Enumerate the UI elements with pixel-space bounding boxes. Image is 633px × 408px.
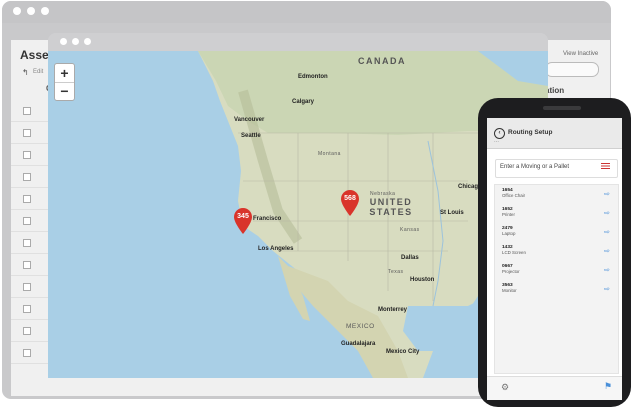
map-label-mexico: MEXICO [346,323,375,330]
table-row[interactable] [11,144,51,166]
map-label-los-angeles: Los Angeles [258,246,294,252]
row-checkbox[interactable] [23,151,31,159]
map-label-texas: Texas [388,269,404,275]
map-label-nebraska: Nebraska [370,191,396,197]
pin-count: 568 [344,195,356,202]
row-checkbox[interactable] [23,305,31,313]
map-label-st-louis: St Louis [440,210,464,216]
list-item[interactable]: 3563 Monitor [502,283,517,293]
map-label-san-francisco: Francisco [253,216,282,222]
back-arrow-icon[interactable]: ↰ [22,68,29,77]
route-arrow-icon[interactable]: ⇨ [604,247,610,255]
route-arrow-icon[interactable]: ⇨ [604,266,610,274]
window-dot [60,38,67,45]
menu-icon[interactable]: ⋯ [494,139,499,145]
item-description: Laptop [502,231,516,236]
pallet-input-placeholder: Enter a Moving or a Pallet [500,164,570,170]
row-checkbox[interactable] [23,327,31,335]
view-inactive-link[interactable]: View Inactive [563,51,598,57]
table-row[interactable] [11,188,51,210]
phone-speaker [543,106,581,110]
map-label-united-states: UNITED STATES [369,197,413,217]
search-input[interactable] [545,62,599,77]
row-checkbox[interactable] [23,129,31,137]
zoom-in-button[interactable]: + [55,64,74,83]
item-description: Office Chair [502,193,526,198]
route-arrow-icon[interactable]: ⇨ [604,209,610,217]
row-checkbox[interactable] [23,283,31,291]
zoom-control: + − [54,63,75,101]
zoom-out-button[interactable]: − [55,82,74,100]
table-row[interactable] [11,254,51,276]
map-label-calgary: Calgary [292,99,315,105]
map-label-dallas: Dallas [401,255,419,261]
map-label-kansas: Kansas [400,227,420,233]
table-row[interactable] [11,320,51,342]
row-checkbox[interactable] [23,261,31,269]
row-checkbox[interactable] [23,349,31,357]
back-icon[interactable]: ‹ [494,128,505,139]
row-checkbox[interactable] [23,195,31,203]
map-label-mexico-city: Mexico City [386,349,420,355]
flag-icon[interactable] [601,163,610,170]
window-dot [41,7,49,15]
edit-button[interactable]: Edit [33,69,43,75]
map-label-seattle: Seattle [241,133,261,139]
list-item[interactable]: 1652 Printer [502,207,515,217]
window-dot [13,7,21,15]
map-label-edmonton: Edmonton [298,74,328,80]
row-checkbox[interactable] [23,217,31,225]
pin-icon [234,208,252,234]
map-label-canada: CANADA [358,56,406,66]
route-arrow-icon[interactable]: ⇨ [604,285,610,293]
table-row[interactable] [11,122,51,144]
row-checkbox[interactable] [23,173,31,181]
table-row[interactable] [11,166,51,188]
table-row[interactable] [11,232,51,254]
window-dot [72,38,79,45]
list-item[interactable]: 1432 LCD Screen [502,245,526,255]
table-row[interactable] [11,100,51,122]
map-label-vancouver: Vancouver [234,117,265,123]
table-row[interactable] [11,342,51,364]
table-row[interactable] [11,298,51,320]
route-arrow-icon[interactable]: ⇨ [604,190,610,198]
map-window-titlebar [48,33,548,51]
item-description: LCD Screen [502,250,526,255]
item-description: Projector [502,269,520,274]
map-label-monterrey: Monterrey [378,307,408,313]
list-item[interactable]: 2479 Laptop [502,226,515,236]
item-description: Monitor [502,288,517,293]
map-label-houston: Houston [410,277,435,283]
map-label-montana: Montana [318,151,341,157]
route-arrow-icon[interactable]: ⇨ [604,228,610,236]
flag-nav-icon[interactable]: ⚑ [604,381,612,392]
back-window-titlebar [2,1,611,23]
row-checkbox[interactable] [23,239,31,247]
map-view[interactable]: CANADA UNITED STATES MEXICO Edmonton Cal… [48,51,548,378]
list-item[interactable]: 0667 Projector [502,264,520,274]
pin-icon [341,190,359,216]
table-row[interactable] [11,276,51,298]
map-label-guadalajara: Guadalajara [341,341,376,347]
window-dot [84,38,91,45]
phone-title: Routing Setup [508,129,553,136]
settings-icon[interactable]: ⚙ [501,382,509,393]
table-row[interactable] [11,210,51,232]
window-dot [27,7,35,15]
item-description: Printer [502,212,515,217]
row-checkbox[interactable] [23,107,31,115]
pin-count: 345 [237,213,249,220]
list-item[interactable]: 1654 Office Chair [502,188,525,198]
